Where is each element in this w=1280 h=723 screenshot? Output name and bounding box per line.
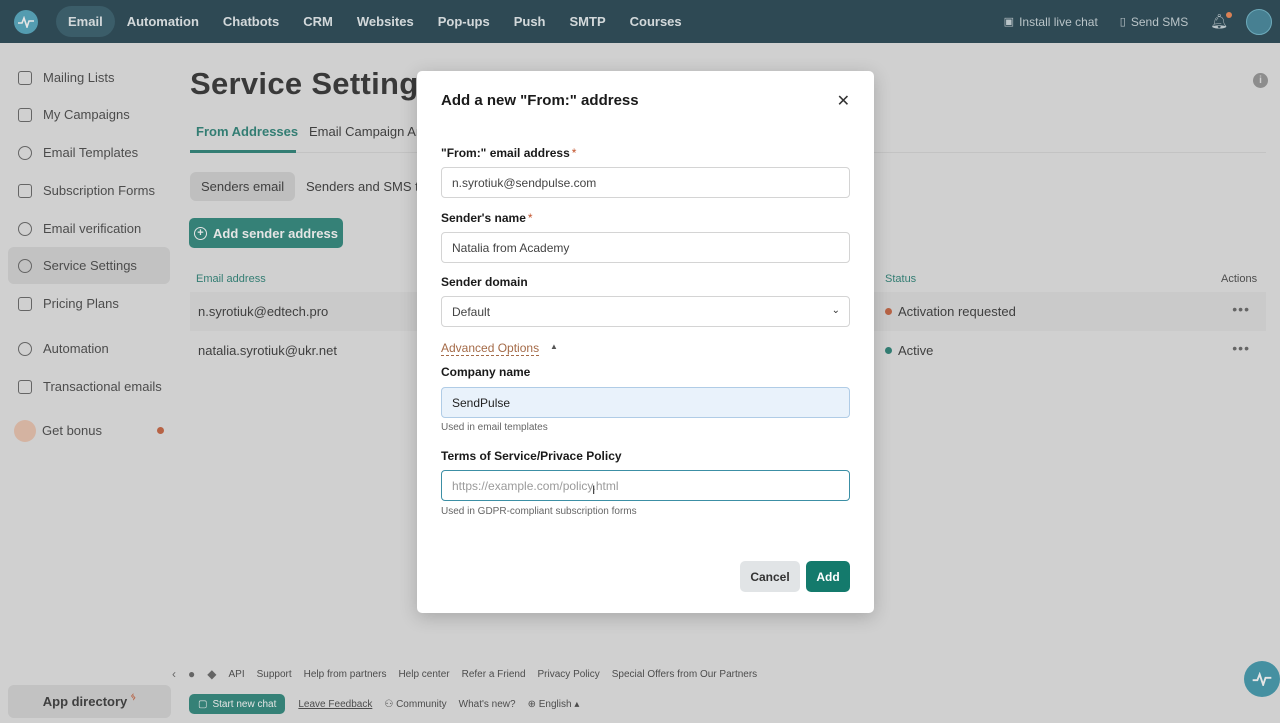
- advanced-options-toggle[interactable]: Advanced Options: [441, 341, 540, 356]
- company-name-field[interactable]: [441, 387, 850, 418]
- sender-domain-select[interactable]: Default ⌄: [441, 296, 850, 327]
- caret-up-icon[interactable]: ▲: [550, 342, 558, 351]
- company-name-label: Company name: [441, 365, 531, 379]
- sender-name-label-text: Sender's name: [441, 211, 526, 225]
- sender-domain-value: Default: [452, 304, 491, 319]
- required-asterisk: *: [571, 146, 577, 160]
- sender-domain-label: Sender domain: [441, 275, 528, 289]
- dialog-title: Add a new "From:" address: [441, 92, 639, 109]
- from-email-field[interactable]: [441, 167, 850, 198]
- from-email-label-text: "From:" email address: [441, 146, 570, 160]
- required-asterisk: *: [527, 211, 533, 225]
- company-name-hint: Used in email templates: [441, 422, 548, 433]
- close-icon[interactable]: ✕: [837, 91, 850, 111]
- from-email-label: "From:" email address *: [441, 146, 576, 160]
- sender-name-label: Sender's name *: [441, 211, 533, 225]
- text-cursor-icon: I: [592, 483, 596, 497]
- add-button[interactable]: Add: [806, 561, 850, 592]
- terms-policy-label: Terms of Service/Privace Policy: [441, 449, 622, 463]
- sender-name-field[interactable]: [441, 232, 850, 263]
- cancel-button[interactable]: Cancel: [740, 561, 800, 592]
- terms-policy-field[interactable]: [441, 470, 850, 501]
- chevron-down-icon: ⌄: [831, 305, 840, 316]
- add-from-address-dialog: Add a new "From:" address ✕ "From:" emai…: [417, 71, 874, 613]
- terms-policy-hint: Used in GDPR-compliant subscription form…: [441, 506, 637, 517]
